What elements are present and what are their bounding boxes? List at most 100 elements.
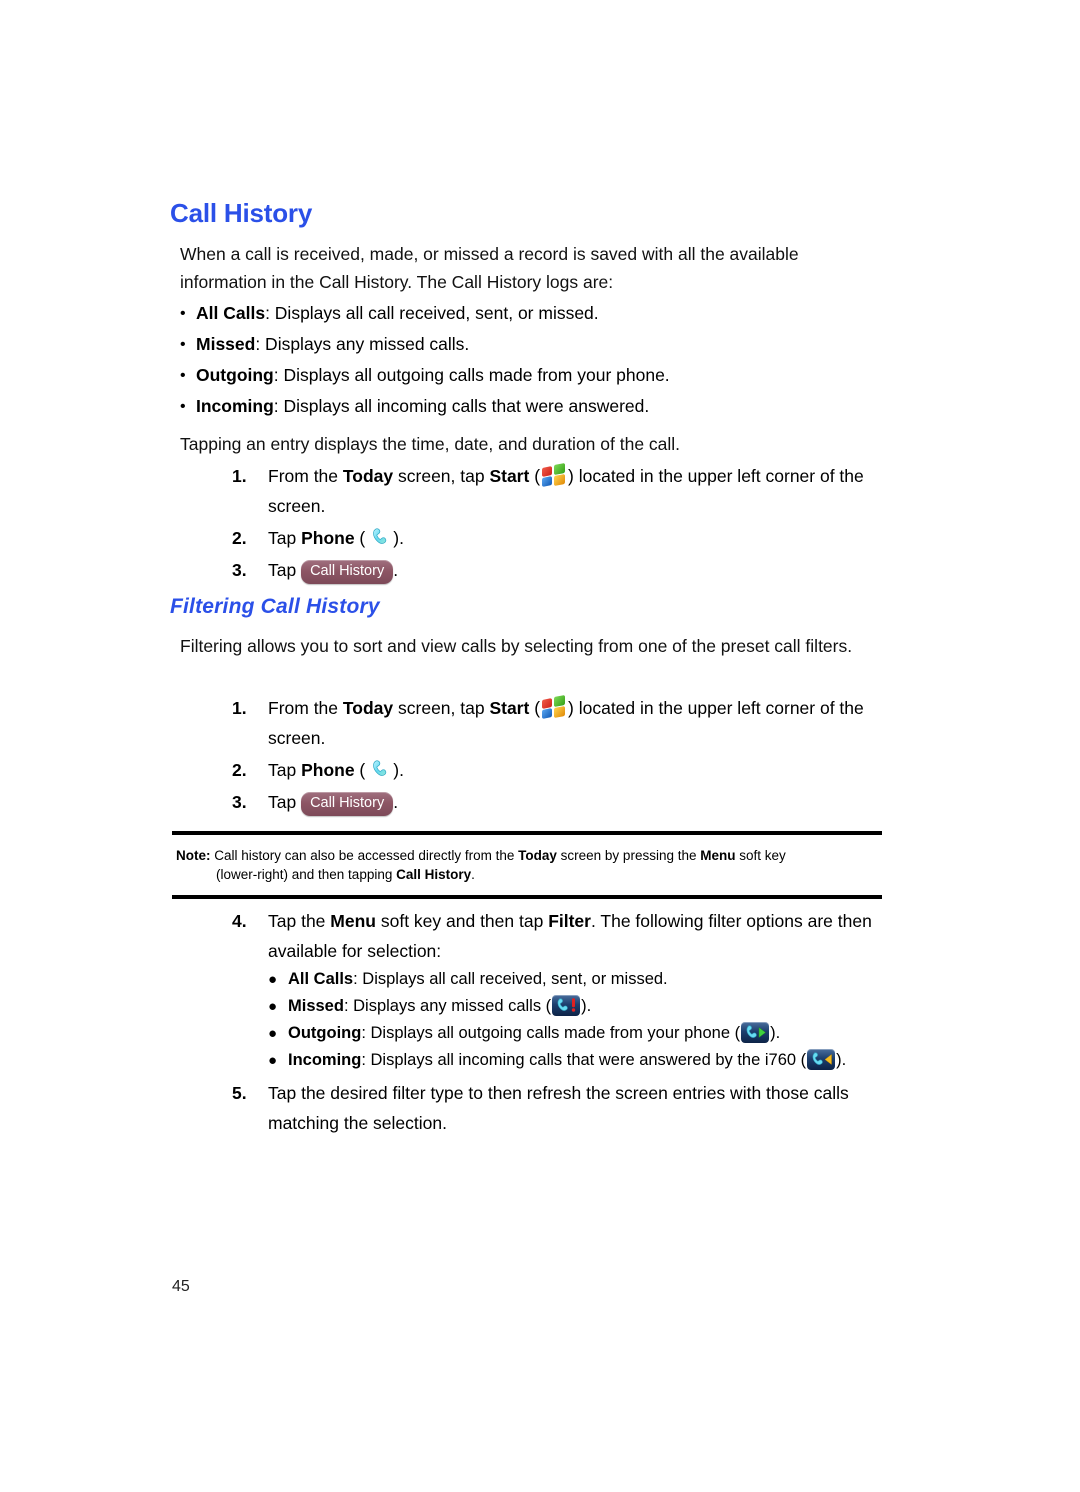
step-emphasis: Phone	[301, 528, 355, 548]
call-history-button[interactable]: Call History	[301, 560, 394, 584]
note-second-line: (lower-right) and then tapping Call Hist…	[176, 866, 878, 885]
list-item: • Outgoing: Displays all outgoing calls m…	[180, 360, 886, 391]
option-term: Missed	[288, 997, 344, 1015]
filter-step-3: 3. Tap Call History.	[232, 787, 892, 817]
filter-step-4: 4. Tap the Menu soft key and then tap Fi…	[232, 906, 892, 966]
note-emphasis: Today	[518, 848, 557, 863]
step-text: .	[393, 792, 399, 812]
step-text: Tap	[268, 528, 302, 548]
option-term: All Calls	[288, 970, 354, 988]
filter-option-all-calls: ● All Calls: Displays all call received, …	[268, 966, 908, 993]
list-item-desc: : Displays all call received, sent, or m…	[265, 303, 599, 323]
step-1: 1. From the Today screen, tap Start () l…	[232, 461, 892, 521]
step-number: 3.	[232, 560, 247, 580]
step-text: Tap	[268, 760, 302, 780]
windows-start-icon	[541, 694, 567, 719]
step-number: 1.	[232, 466, 247, 486]
filter-step-5: 5. Tap the desired filter type to then r…	[232, 1078, 892, 1138]
note-text-run: (lower-right) and then tapping	[216, 866, 397, 882]
filter-step-4-wrap: 4. Tap the Menu soft key and then tap Fi…	[232, 906, 892, 968]
tapping-entry-paragraph: Tapping an entry displays the time, date…	[180, 434, 681, 454]
note-label: Note:	[176, 848, 211, 863]
option-tail: ).	[581, 997, 592, 1015]
list-item: • Missed: Displays any missed calls.	[180, 329, 886, 360]
list-item-desc: : Displays any missed calls.	[255, 334, 470, 354]
option-desc: : Displays all call received, sent, or m…	[353, 970, 668, 988]
note-text-run: soft key	[735, 848, 786, 863]
phone-handset-icon	[367, 758, 391, 782]
step-emphasis: Today	[342, 698, 394, 718]
list-item-term: Missed	[196, 334, 256, 354]
filter-step-2: 2. Tap Phone ( ).	[232, 755, 892, 785]
option-desc: : Displays any missed calls (	[343, 997, 552, 1015]
filter-step-1: 1. From the Today screen, tap Start () l…	[232, 693, 892, 753]
step-text: From the	[268, 466, 343, 486]
step-text: (	[529, 466, 541, 486]
note-bottom-rule	[172, 895, 882, 899]
bullet-glyph: •	[180, 336, 186, 353]
step-text: soft key and then tap	[375, 911, 549, 931]
manual-page: Call History When a call is received, ma…	[0, 0, 1080, 1492]
bullet-glyph: •	[180, 305, 186, 322]
missed-call-icon	[552, 995, 581, 1016]
step-3: 3. Tap Call History.	[232, 555, 892, 585]
step-number: 3.	[232, 792, 247, 812]
bullet-glyph: •	[180, 367, 186, 384]
bullet-glyph: •	[180, 398, 186, 415]
step-text: ).	[393, 760, 404, 780]
windows-start-icon	[541, 462, 567, 487]
note-block: Note: Call history can also be accessed …	[172, 831, 882, 899]
filter-step-5-wrap: 5. Tap the desired filter type to then r…	[232, 1078, 892, 1140]
filtering-intro: Filtering allows you to sort and view ca…	[180, 636, 853, 656]
step-2: 2. Tap Phone ( ).	[232, 523, 892, 553]
step-text: Tap the	[268, 911, 331, 931]
note-text-run: .	[471, 866, 475, 882]
step-text: screen, tap	[393, 698, 490, 718]
call-log-type-list: • All Calls: Displays all call received, …	[180, 298, 886, 422]
step-emphasis: Start	[489, 698, 530, 718]
step-number: 4.	[232, 911, 247, 931]
step-number: 2.	[232, 760, 247, 780]
incoming-call-icon	[807, 1049, 836, 1070]
option-tail: ).	[836, 1051, 847, 1069]
filter-option-incoming: ● Incoming: Displays all incoming calls t…	[268, 1047, 908, 1074]
list-item: • Incoming: Displays all incoming calls t…	[180, 391, 886, 422]
step-text: Tap the desired filter type to then refr…	[268, 1083, 849, 1133]
step-text: Tap	[268, 560, 302, 580]
note-text-run: screen by pressing the	[556, 848, 701, 863]
list-item-term: Incoming	[196, 396, 274, 416]
option-term: Outgoing	[288, 1024, 362, 1042]
filter-option-missed: ● Missed: Displays any missed calls ( ).	[268, 993, 908, 1020]
option-tail: ).	[770, 1024, 781, 1042]
bullet-glyph: ●	[268, 1052, 278, 1069]
step-text: From the	[268, 698, 343, 718]
note-emphasis: Menu	[700, 848, 736, 863]
step-text: (	[529, 698, 541, 718]
option-desc: : Displays all outgoing calls made from …	[361, 1024, 741, 1042]
step-emphasis: Start	[489, 466, 530, 486]
note-text-run: Call history can also be accessed direct…	[210, 848, 519, 863]
bullet-glyph: ●	[268, 1025, 278, 1042]
step-text: screen, tap	[393, 466, 490, 486]
step-emphasis: Filter	[548, 911, 591, 931]
filter-option-outgoing: ● Outgoing: Displays all outgoing calls m…	[268, 1020, 908, 1047]
step-emphasis: Phone	[301, 760, 355, 780]
list-item-term: Outgoing	[196, 365, 274, 385]
option-term: Incoming	[288, 1051, 362, 1069]
step-text: (	[354, 528, 366, 548]
page-title: Call History	[170, 198, 313, 228]
filter-options-list: ● All Calls: Displays all call received, …	[268, 966, 908, 1074]
step-text: Tap	[268, 792, 302, 812]
list-item-desc: : Displays all incoming calls that were …	[273, 396, 650, 416]
filtering-title: Filtering Call History	[170, 595, 380, 618]
step-number: 5.	[232, 1083, 247, 1103]
page-number: 45	[172, 1278, 190, 1295]
note-emphasis: Call History	[396, 866, 472, 882]
option-desc: : Displays all incoming calls that were …	[361, 1051, 807, 1069]
step-text: ).	[393, 528, 404, 548]
call-history-button[interactable]: Call History	[301, 792, 394, 816]
step-number: 1.	[232, 698, 247, 718]
intro-paragraph: When a call is received, made, or missed…	[180, 244, 799, 292]
list-item: • All Calls: Displays all call received, …	[180, 298, 886, 329]
step-emphasis: Today	[342, 466, 394, 486]
